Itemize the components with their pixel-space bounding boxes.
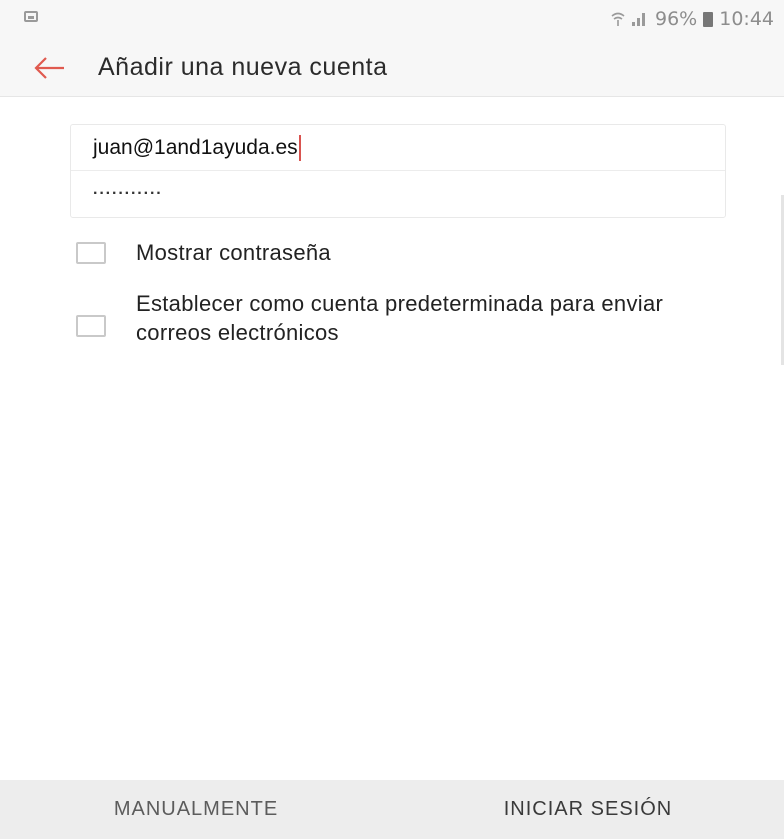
status-icons: 96% 10:44	[611, 8, 774, 30]
email-field[interactable]: juan@1and1ayuda.es	[71, 125, 725, 171]
bottom-action-bar: MANUALMENTE INICIAR SESIÓN	[0, 780, 784, 839]
show-password-checkbox[interactable]	[76, 241, 106, 264]
show-password-label: Mostrar contraseña	[136, 240, 331, 265]
show-password-option[interactable]: Mostrar contraseña	[76, 238, 331, 267]
default-account-label: Establecer como cuenta predeterminada pa…	[136, 291, 664, 345]
battery-icon	[703, 11, 714, 27]
email-value: juan@1and1ayuda.es	[93, 135, 298, 159]
battery-percentage: 96%	[655, 8, 698, 30]
wifi-icon	[611, 11, 625, 27]
page-title: Añadir una nueva cuenta	[98, 53, 388, 81]
status-bar: 96% 10:44	[0, 0, 784, 40]
default-account-checkbox[interactable]	[76, 315, 106, 337]
app-bar: Añadir una nueva cuenta	[0, 40, 784, 97]
password-field[interactable]: ···········	[71, 171, 725, 217]
password-value: ···········	[93, 185, 163, 202]
signal-icon	[631, 11, 649, 27]
credentials-form: juan@1and1ayuda.es ···········	[70, 124, 726, 218]
clock: 10:44	[719, 8, 774, 30]
text-cursor	[298, 134, 301, 161]
sign-in-button[interactable]: INICIAR SESIÓN	[392, 780, 784, 839]
arrow-left-icon[interactable]	[30, 52, 70, 84]
image-notification-icon	[24, 11, 38, 22]
manual-setup-button[interactable]: MANUALMENTE	[0, 780, 392, 839]
